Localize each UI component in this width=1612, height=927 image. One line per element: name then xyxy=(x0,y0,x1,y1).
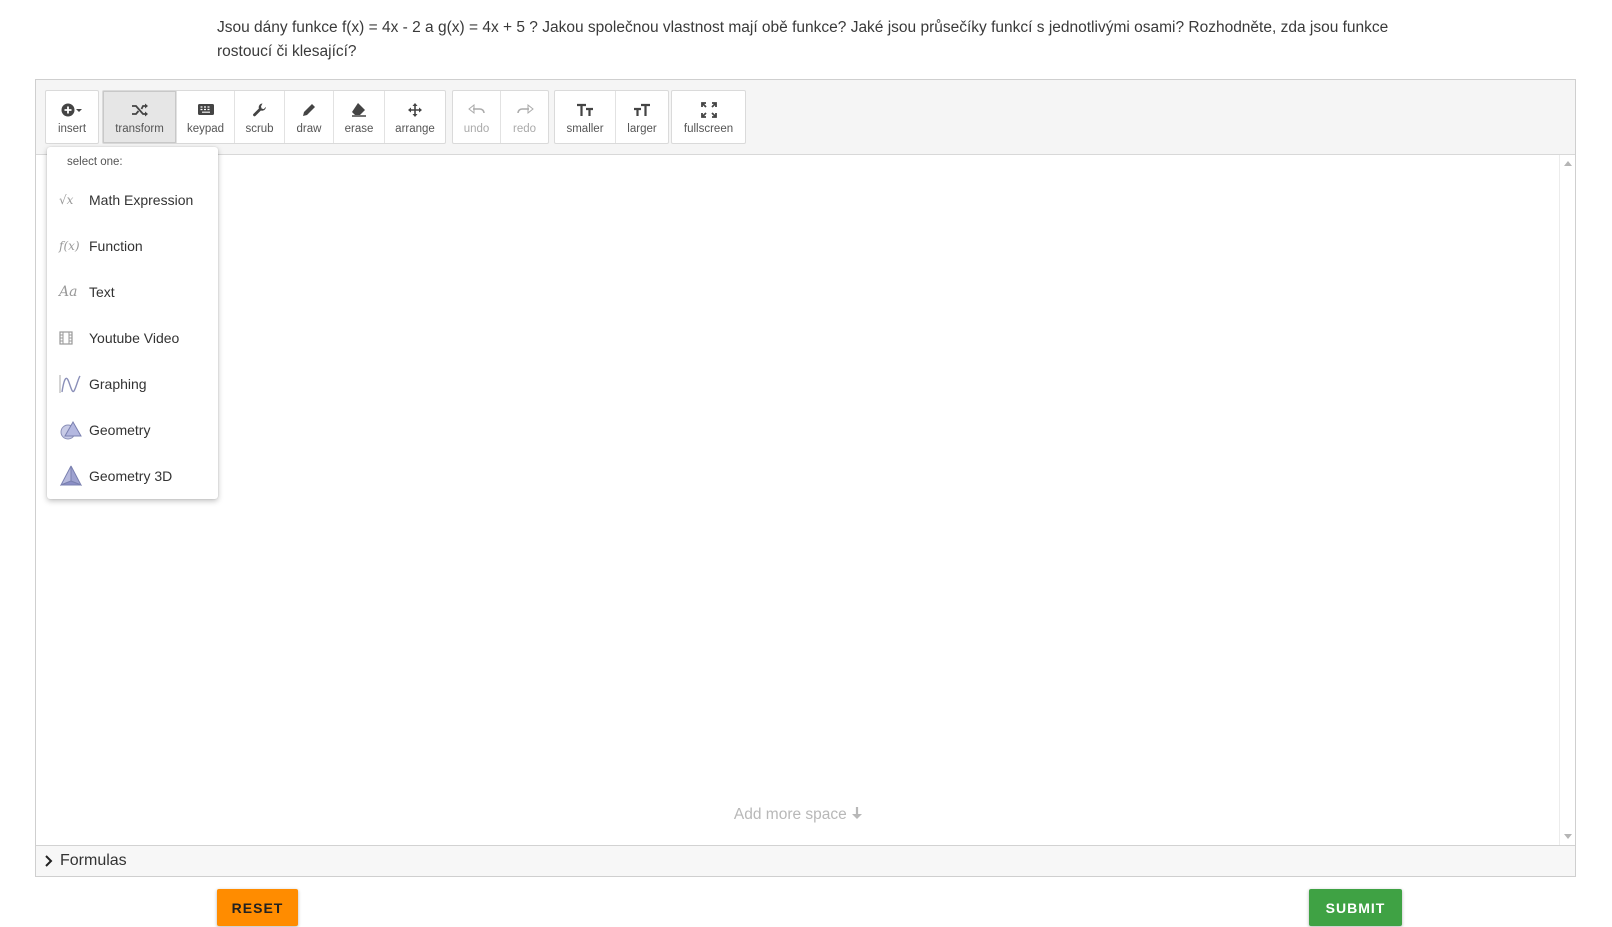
menu-item-math-expression[interactable]: √x Math Expression xyxy=(47,180,218,220)
toolbar-group-insert: insert xyxy=(45,90,99,144)
question-text: Jsou dány funkce f(x) = 4x - 2 a g(x) = … xyxy=(217,19,1389,60)
transform-label: transform xyxy=(115,122,164,135)
menu-item-text[interactable]: Aa Text xyxy=(47,272,218,312)
menu-item-youtube-video[interactable]: Youtube Video xyxy=(47,318,218,358)
menu-item-label: Math Expression xyxy=(89,192,194,208)
function-icon: f(x) xyxy=(59,239,80,253)
arrange-label: arrange xyxy=(395,122,435,135)
arrange-button[interactable]: arrange xyxy=(385,91,445,143)
larger-button[interactable]: larger xyxy=(616,91,668,143)
pyramid-icon xyxy=(59,465,89,487)
menu-item-label: Geometry xyxy=(89,422,151,438)
menu-item-graphing[interactable]: Graphing xyxy=(47,364,218,404)
film-icon xyxy=(59,331,89,345)
arrow-down-icon xyxy=(851,806,863,823)
add-circle-icon xyxy=(61,100,83,120)
erase-button[interactable]: erase xyxy=(334,91,385,143)
formulas-panel-toggle[interactable]: Formulas xyxy=(36,845,1575,876)
keypad-button[interactable]: keypad xyxy=(177,91,235,143)
geometry-icon xyxy=(59,420,89,440)
eraser-icon xyxy=(350,100,368,120)
sqrt-icon: √x xyxy=(59,193,74,207)
scrub-button[interactable]: scrub xyxy=(235,91,285,143)
scroll-up-icon[interactable] xyxy=(1564,161,1572,166)
toolbar-group-size: smaller larger xyxy=(554,90,669,144)
reset-button[interactable]: RESET xyxy=(217,889,298,926)
insert-button[interactable]: insert xyxy=(46,91,98,143)
menu-item-label: Function xyxy=(89,238,143,254)
move-arrows-icon xyxy=(407,100,423,120)
menu-item-geometry[interactable]: Geometry xyxy=(47,410,218,450)
menu-header: select one: xyxy=(67,156,123,168)
menu-item-label: Youtube Video xyxy=(89,330,180,346)
draw-button[interactable]: draw xyxy=(285,91,334,143)
draw-label: draw xyxy=(296,122,322,135)
text-icon: Aa xyxy=(59,284,78,300)
menu-item-label: Text xyxy=(89,284,115,300)
transform-button[interactable]: transform xyxy=(103,91,177,143)
smaller-label: smaller xyxy=(566,122,604,135)
formulas-label: Formulas xyxy=(60,852,127,869)
scrub-label: scrub xyxy=(245,122,274,135)
redo-button[interactable]: redo xyxy=(501,91,548,143)
menu-item-geometry-3d[interactable]: Geometry 3D xyxy=(47,456,218,496)
keypad-label: keypad xyxy=(186,122,225,135)
canvas-scrollbar[interactable] xyxy=(1559,155,1575,845)
keyboard-icon xyxy=(197,100,215,120)
pencil-icon xyxy=(301,100,317,120)
math-editor: insert transform keypad scrub draw erase… xyxy=(35,79,1576,877)
text-larger-icon xyxy=(633,100,651,120)
fullscreen-label: fullscreen xyxy=(683,122,734,135)
toolbar-group-history: undo redo xyxy=(452,90,549,144)
scroll-down-icon[interactable] xyxy=(1564,834,1572,839)
undo-icon xyxy=(467,100,486,120)
menu-item-function[interactable]: f(x) Function xyxy=(47,226,218,266)
insert-dropdown-menu: select one: √x Math Expression f(x) Func… xyxy=(47,147,218,499)
erase-label: erase xyxy=(344,122,374,135)
insert-label: insert xyxy=(57,122,87,135)
chevron-right-icon xyxy=(44,855,54,867)
menu-item-label: Geometry 3D xyxy=(89,468,173,484)
add-more-space-label: Add more space xyxy=(733,806,847,823)
shuffle-icon xyxy=(131,100,149,120)
toolbar-group-tools: transform keypad scrub draw erase arrang… xyxy=(102,90,446,144)
editor-canvas[interactable]: Add more space xyxy=(36,155,1561,845)
redo-label: redo xyxy=(512,122,537,135)
undo-button[interactable]: undo xyxy=(453,91,501,143)
add-more-space-link[interactable]: Add more space xyxy=(36,806,1561,824)
undo-label: undo xyxy=(463,122,490,135)
menu-item-label: Graphing xyxy=(89,376,147,392)
smaller-button[interactable]: smaller xyxy=(555,91,616,143)
text-smaller-icon xyxy=(576,100,594,120)
fullscreen-icon xyxy=(700,100,717,120)
editor-toolbar: insert transform keypad scrub draw erase… xyxy=(36,80,1575,155)
submit-button[interactable]: SUBMIT xyxy=(1309,889,1402,926)
toolbar-group-view: fullscreen xyxy=(671,90,746,144)
fullscreen-button[interactable]: fullscreen xyxy=(672,91,745,143)
redo-icon xyxy=(516,100,534,120)
wrench-icon xyxy=(252,100,268,120)
larger-label: larger xyxy=(627,122,657,135)
graph-icon xyxy=(59,374,89,394)
